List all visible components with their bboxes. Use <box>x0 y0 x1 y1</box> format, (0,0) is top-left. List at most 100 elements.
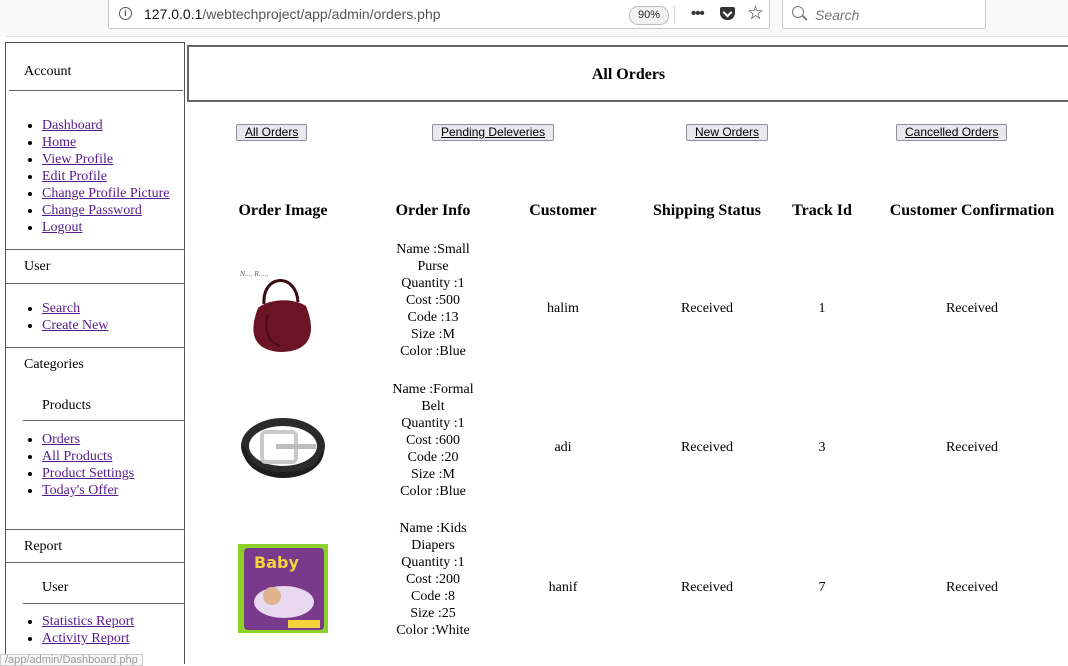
order-info-line: Quantity :1 <box>401 416 465 431</box>
order-info-line: Color :Blue <box>400 344 466 359</box>
customer-cell: adi <box>554 440 572 455</box>
address-bar-divider <box>674 5 675 24</box>
all-products-link[interactable]: All Products <box>42 449 112 464</box>
user-heading: User <box>24 259 51 274</box>
belt-image <box>241 418 325 478</box>
statistics-report-link[interactable]: Statistics Report <box>42 614 134 629</box>
sidebar-divider <box>6 562 185 563</box>
order-info-line: Code :13 <box>407 310 459 325</box>
order-info: Name :Small Purse Quantity :1 Cost :500 … <box>378 241 488 360</box>
customer-cell: hanif <box>548 580 578 595</box>
report-links: Statistics Report Activity Report <box>23 613 134 647</box>
link-status-preview: /app/admin/Dashboard.php <box>0 654 143 666</box>
list-item: Search <box>42 300 108 317</box>
order-info-line: Name :Kids <box>399 521 467 536</box>
activity-report-link[interactable]: Activity Report <box>42 631 130 646</box>
diaper-pack-image: Baby <box>238 544 328 633</box>
account-links: Dashboard Home View Profile Edit Profile… <box>23 117 170 236</box>
order-info-line: Belt <box>421 399 445 414</box>
order-info-line: Size :25 <box>410 606 456 621</box>
list-item: Change Profile Picture <box>42 185 170 202</box>
logout-link[interactable]: Logout <box>42 220 82 235</box>
address-bar[interactable]: i 127.0.0.1/webtechproject/app/admin/ord… <box>108 0 770 29</box>
track-id-cell: 7 <box>818 580 826 595</box>
svg-text:Baby: Baby <box>254 553 299 572</box>
order-info: Name :Kids Diapers Quantity :1 Cost :200… <box>378 520 488 639</box>
list-item: Dashboard <box>42 117 170 134</box>
list-item: View Profile <box>42 151 170 168</box>
shipping-status-cell: Received <box>680 580 734 595</box>
change-profile-picture-link[interactable]: Change Profile Picture <box>42 186 170 201</box>
cancelled-orders-button[interactable]: Cancelled Orders <box>896 124 1008 141</box>
create-new-link[interactable]: Create New <box>42 318 108 333</box>
zoom-level-badge[interactable]: 90% <box>629 6 669 25</box>
report-user-subheading: User <box>42 580 69 595</box>
new-orders-button[interactable]: New Orders <box>686 124 769 141</box>
customer-cell: halim <box>547 301 579 316</box>
shipping-status-cell: Received <box>680 440 734 455</box>
search-icon <box>792 6 804 18</box>
column-header-order-info: Order Info <box>395 202 471 219</box>
browser-toolbar: i 127.0.0.1/webtechproject/app/admin/ord… <box>0 0 1068 36</box>
column-header-shipping-status: Shipping Status <box>652 202 762 219</box>
change-password-link[interactable]: Change Password <box>42 203 142 218</box>
url-host: 127.0.0.1 <box>144 6 203 22</box>
confirmation-cell: Received <box>945 580 999 595</box>
product-links: Orders All Products Product Settings Tod… <box>23 431 134 499</box>
shipping-status-cell: Received <box>680 301 734 316</box>
sidebar-divider <box>6 347 185 348</box>
order-info-line: Color :White <box>396 623 470 638</box>
page-title: All Orders <box>591 66 666 83</box>
column-header-track-id: Track Id <box>792 202 852 219</box>
todays-offer-link[interactable]: Today's Offer <box>42 483 118 498</box>
order-info-line: Code :8 <box>411 589 455 604</box>
page-actions-more-icon[interactable]: ••• <box>691 5 705 22</box>
sidebar-divider <box>6 249 185 250</box>
all-orders-button[interactable]: All Orders <box>236 124 308 141</box>
page-top-divider <box>5 36 1068 37</box>
list-item: Edit Profile <box>42 168 170 185</box>
view-profile-link[interactable]: View Profile <box>42 152 113 167</box>
admin-sidebar: Account Dashboard Home View Profile Edit… <box>5 42 185 664</box>
site-info-icon[interactable]: i <box>119 7 132 20</box>
url-path: /webtechproject/app/admin/orders.php <box>202 6 441 22</box>
orders-link[interactable]: Orders <box>42 432 80 447</box>
list-item: Activity Report <box>42 630 134 647</box>
edit-profile-link[interactable]: Edit Profile <box>42 169 107 184</box>
list-item: Logout <box>42 219 170 236</box>
user-links: Search Create New <box>23 300 108 334</box>
bookmark-star-icon[interactable]: ☆ <box>747 2 764 25</box>
sidebar-divider <box>6 529 185 530</box>
list-item: Product Settings <box>42 465 134 482</box>
order-info-line: Code :20 <box>407 450 459 465</box>
list-item: Create New <box>42 317 108 334</box>
product-settings-link[interactable]: Product Settings <box>42 466 134 481</box>
order-info-line: Size :M <box>411 327 455 342</box>
track-id-cell: 1 <box>818 301 826 316</box>
home-link[interactable]: Home <box>42 135 76 150</box>
browser-search-box[interactable]: Search <box>782 0 986 29</box>
handbag-image: N.... R..... <box>239 271 311 352</box>
list-item: Change Password <box>42 202 170 219</box>
order-info-line: Name :Formal <box>392 382 474 397</box>
list-item: Today's Offer <box>42 482 134 499</box>
confirmation-cell: Received <box>945 301 999 316</box>
search-link[interactable]: Search <box>42 301 80 316</box>
track-id-cell: 3 <box>818 440 826 455</box>
page-header: All Orders <box>187 45 1068 102</box>
sidebar-divider <box>23 603 185 604</box>
pending-deliveries-button[interactable]: Pending Deleveries <box>432 124 555 141</box>
pocket-icon[interactable] <box>720 7 735 20</box>
column-header-customer: Customer <box>529 202 597 219</box>
order-info-line: Diapers <box>411 538 455 553</box>
categories-heading: Categories <box>24 357 84 372</box>
order-info-line: Size :M <box>411 467 455 482</box>
dashboard-link[interactable]: Dashboard <box>42 118 103 133</box>
order-info-line: Purse <box>417 259 449 274</box>
order-info-line: Cost :500 <box>405 293 461 308</box>
list-item: Orders <box>42 431 134 448</box>
sidebar-divider <box>23 420 185 421</box>
url-text[interactable]: 127.0.0.1/webtechproject/app/admin/order… <box>144 6 441 22</box>
order-info: Name :Formal Belt Quantity :1 Cost :600 … <box>378 381 488 500</box>
order-info-line: Cost :200 <box>405 572 461 587</box>
